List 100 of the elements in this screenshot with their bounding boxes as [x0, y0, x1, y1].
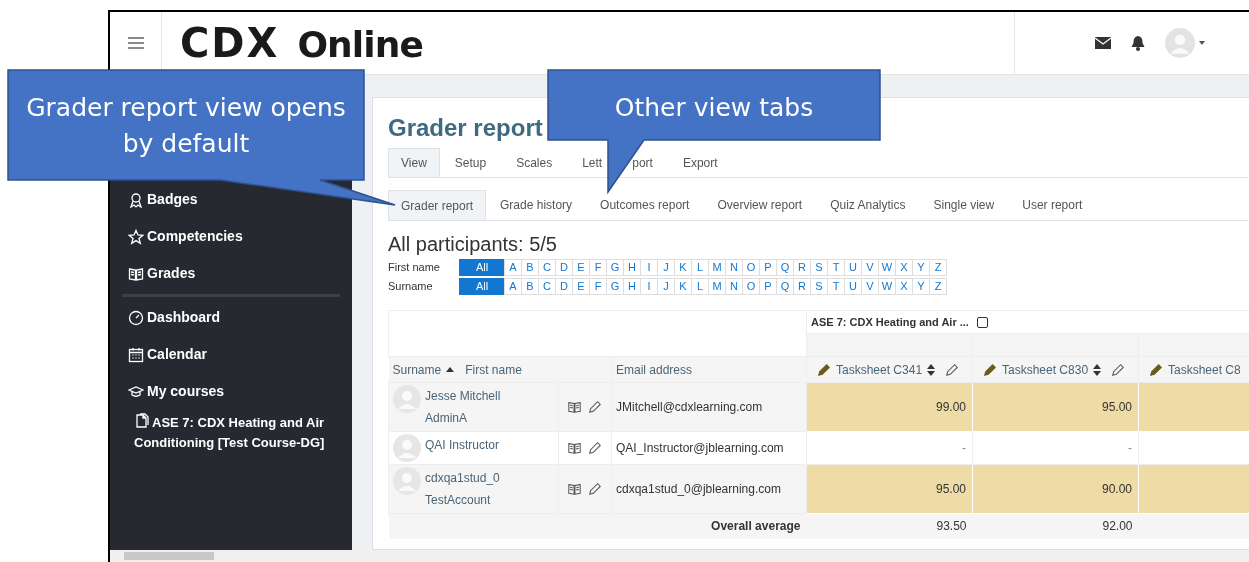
sidebar-item[interactable]: Dashboard [122, 299, 340, 336]
tab[interactable]: Quiz Analytics [816, 190, 920, 220]
letter-filter[interactable]: Z [929, 259, 947, 276]
letter-filter[interactable]: U [844, 259, 862, 276]
pencil-icon[interactable] [588, 441, 602, 455]
letter-filter[interactable]: A [504, 278, 522, 295]
sidebar-item[interactable]: Grades [122, 255, 340, 292]
pencil-icon[interactable] [1111, 362, 1126, 377]
mail-icon[interactable] [1095, 37, 1111, 49]
letter-filter[interactable]: I [640, 278, 658, 295]
sidebar-item[interactable]: Competencies [122, 218, 340, 255]
pencil-icon[interactable] [588, 482, 602, 496]
letter-filter[interactable]: Q [776, 278, 794, 295]
menu-icon[interactable] [127, 37, 144, 49]
letter-filter[interactable]: V [861, 259, 879, 276]
letter-filter[interactable]: X [895, 278, 913, 295]
letter-filter[interactable]: E [572, 259, 590, 276]
sort-icon[interactable] [1093, 363, 1102, 376]
letter-filter[interactable]: V [861, 278, 879, 295]
tab[interactable]: User report [1008, 190, 1097, 220]
pencil-icon[interactable] [1149, 362, 1163, 377]
email-cell: QAI_Instructor@jblearning.com [616, 441, 784, 455]
tab[interactable]: Setup [454, 148, 487, 177]
letter-filter[interactable]: K [674, 259, 692, 276]
letter-filter[interactable]: X [895, 259, 913, 276]
letter-filter[interactable]: D [555, 259, 573, 276]
column-header[interactable]: Tasksheet C830 [972, 356, 1139, 383]
callout-text: Grader report view opens by default [25, 92, 347, 160]
bell-icon[interactable] [1131, 35, 1145, 51]
letter-filter[interactable]: J [657, 278, 675, 295]
sidebar-item[interactable]: Badges [122, 181, 340, 218]
book-icon[interactable] [567, 400, 582, 414]
participants-count: All participants: 5/5 [388, 232, 558, 256]
tab[interactable]: Export [682, 148, 718, 177]
letter-filter[interactable]: R [793, 259, 811, 276]
letter-filter[interactable]: T [827, 278, 845, 295]
letter-filter[interactable]: N [725, 259, 743, 276]
letter-filter[interactable]: C [538, 278, 556, 295]
letter-filter[interactable]: M [708, 259, 726, 276]
letter-filter[interactable]: Z [929, 278, 947, 295]
letter-filter[interactable]: K [674, 278, 692, 295]
sidebar-item[interactable]: Calendar [122, 336, 340, 373]
letter-filter[interactable]: L [691, 259, 709, 276]
tab[interactable]: Scales [516, 148, 553, 177]
letter-filter[interactable]: T [827, 259, 845, 276]
tab[interactable]: Grade history [486, 190, 587, 220]
letter-filter[interactable]: O [742, 259, 760, 276]
tab[interactable]: View [388, 148, 440, 177]
tab[interactable]: port [632, 148, 653, 177]
letter-filter[interactable]: Q [776, 259, 794, 276]
letter-filter[interactable]: J [657, 259, 675, 276]
letter-filter[interactable]: A [504, 259, 522, 276]
letter-filter[interactable]: E [572, 278, 590, 295]
letter-filter[interactable]: N [725, 278, 743, 295]
letter-filter[interactable]: All [459, 259, 505, 276]
column-header[interactable]: Surname [392, 360, 442, 379]
letter-filter[interactable]: H [623, 278, 641, 295]
letter-filter[interactable]: W [878, 259, 896, 276]
letter-filter[interactable]: O [742, 278, 760, 295]
horizontal-scrollbar[interactable] [110, 550, 1249, 562]
letter-filter[interactable]: B [521, 259, 539, 276]
letter-filter[interactable]: D [555, 278, 573, 295]
letter-filter[interactable]: F [589, 259, 607, 276]
letter-filter[interactable]: C [538, 259, 556, 276]
sidebar-item[interactable]: My courses [122, 373, 340, 410]
pencil-icon[interactable] [588, 400, 602, 414]
letter-filter[interactable]: G [606, 259, 624, 276]
letter-filter[interactable]: Y [912, 259, 930, 276]
book-icon[interactable] [567, 482, 582, 496]
letter-filter[interactable]: H [623, 259, 641, 276]
letter-filter[interactable]: M [708, 278, 726, 295]
letter-filter[interactable]: R [793, 278, 811, 295]
caret-icon[interactable] [1199, 41, 1205, 45]
letter-filter[interactable]: W [878, 278, 896, 295]
letter-filter[interactable]: I [640, 259, 658, 276]
pencil-icon[interactable] [983, 362, 997, 377]
tab[interactable]: Outcomes report [586, 190, 704, 220]
pencil-icon[interactable] [817, 362, 831, 377]
letter-filter[interactable]: S [810, 259, 828, 276]
sidebar-item[interactable]: ASE 7: CDX Heating and Air Conditioning [Test Course-DG] [122, 410, 340, 453]
checkbox[interactable] [976, 316, 988, 328]
column-header[interactable]: Tasksheet C341 [806, 356, 973, 383]
column-header[interactable]: First name [465, 360, 522, 379]
book-icon[interactable] [567, 441, 582, 455]
tab[interactable]: Single view [919, 190, 1009, 220]
letter-filter[interactable]: Y [912, 278, 930, 295]
letter-filter[interactable]: U [844, 278, 862, 295]
letter-filter[interactable]: All [459, 278, 505, 295]
tab[interactable]: Overview report [703, 190, 817, 220]
pencil-icon[interactable] [945, 362, 960, 377]
letter-filter[interactable]: G [606, 278, 624, 295]
letter-filter[interactable]: P [759, 259, 777, 276]
letter-filter[interactable]: B [521, 278, 539, 295]
letter-filter[interactable]: P [759, 278, 777, 295]
tab[interactable]: Grader report [388, 190, 487, 220]
letter-filter[interactable]: S [810, 278, 828, 295]
letter-filter[interactable]: F [589, 278, 607, 295]
letter-filter[interactable]: L [691, 278, 709, 295]
sort-icon[interactable] [927, 363, 936, 376]
tab[interactable]: Lett [582, 148, 603, 177]
